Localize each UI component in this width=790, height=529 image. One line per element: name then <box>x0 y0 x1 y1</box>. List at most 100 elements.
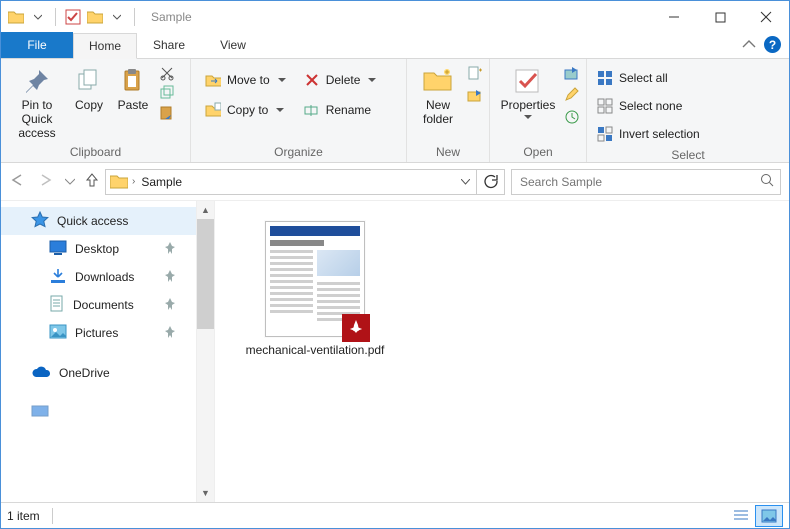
ribbon-group-clipboard: Pin to Quick access Copy Paste <box>1 59 191 162</box>
properties-icon <box>512 65 544 97</box>
window-title: Sample <box>151 10 192 24</box>
open-icon[interactable] <box>564 65 580 81</box>
address-history-dropdown[interactable] <box>454 170 476 194</box>
tab-home[interactable]: Home <box>73 33 137 59</box>
quick-access-toolbar: Sample <box>1 8 192 26</box>
sidebar-scrollbar[interactable]: ▲ ▼ <box>196 201 214 502</box>
delete-label: Delete <box>326 73 361 87</box>
sidebar-item-label: Desktop <box>75 242 119 256</box>
delete-button[interactable]: Delete <box>304 69 377 91</box>
paste-shortcut-icon[interactable] <box>159 105 175 121</box>
properties-check-icon[interactable] <box>64 8 82 26</box>
copy-path-icon[interactable] <box>159 85 175 101</box>
paste-label: Paste <box>118 99 149 113</box>
select-all-icon <box>597 70 613 86</box>
navigation-bar: › Sample <box>1 163 789 201</box>
cut-icon[interactable] <box>159 65 175 81</box>
forward-button[interactable] <box>37 173 55 190</box>
tab-view[interactable]: View <box>201 32 265 58</box>
move-to-label: Move to <box>227 73 270 87</box>
scroll-thumb[interactable] <box>197 219 214 329</box>
select-all-button[interactable]: Select all <box>597 67 700 89</box>
copy-to-button[interactable]: Copy to <box>205 99 286 121</box>
sidebar-item-pictures[interactable]: Pictures <box>1 319 196 347</box>
search-input[interactable] <box>518 174 760 190</box>
file-name: mechanical-ventilation.pdf <box>246 343 385 359</box>
details-view-button[interactable] <box>727 505 755 527</box>
refresh-button[interactable] <box>476 169 504 195</box>
group-label-open: Open <box>496 142 580 162</box>
close-button[interactable] <box>743 2 789 32</box>
paste-button[interactable]: Paste <box>111 61 155 113</box>
collapse-ribbon-icon[interactable] <box>742 38 756 52</box>
folder-icon <box>7 8 25 26</box>
new-folder-label: New folder <box>413 99 463 127</box>
pin-quick-access-button[interactable]: Pin to Quick access <box>7 61 67 140</box>
edit-icon[interactable] <box>564 87 580 103</box>
copy-to-label: Copy to <box>227 103 268 117</box>
invert-selection-button[interactable]: Invert selection <box>597 123 700 145</box>
properties-button[interactable]: Properties <box>496 61 560 120</box>
invert-selection-icon <box>597 126 613 142</box>
copy-icon <box>73 65 105 97</box>
easy-access-icon[interactable] <box>467 87 483 103</box>
thumbnails-view-button[interactable] <box>755 505 783 527</box>
sidebar-item-downloads[interactable]: Downloads <box>1 263 196 291</box>
search-icon <box>760 173 774 190</box>
sidebar-item-quick-access[interactable]: Quick access <box>1 207 196 235</box>
maximize-button[interactable] <box>697 2 743 32</box>
address-segment[interactable]: Sample <box>135 170 188 194</box>
paste-icon <box>117 65 149 97</box>
help-icon[interactable]: ? <box>764 36 781 53</box>
address-bar[interactable]: › Sample <box>105 169 505 195</box>
files-pane[interactable]: mechanical-ventilation.pdf <box>215 201 789 502</box>
address-root-icon[interactable] <box>106 170 132 194</box>
title-bar: Sample <box>1 1 789 33</box>
chevron-down-icon[interactable] <box>108 8 126 26</box>
group-label-new: New <box>413 142 483 162</box>
onedrive-icon <box>31 365 51 382</box>
pictures-icon <box>49 324 67 342</box>
scroll-down-icon[interactable]: ▼ <box>197 484 214 502</box>
file-thumbnail <box>265 221 365 337</box>
minimize-button[interactable] <box>651 2 697 32</box>
copy-to-icon <box>205 102 221 118</box>
sidebar-item-onedrive[interactable]: OneDrive <box>1 359 196 387</box>
sidebar-item-thispc[interactable] <box>1 399 196 427</box>
file-item[interactable]: mechanical-ventilation.pdf <box>235 221 395 359</box>
pin-icon <box>164 298 176 313</box>
pin-icon <box>164 242 176 257</box>
move-to-button[interactable]: Move to <box>205 69 286 91</box>
pin-icon <box>164 326 176 341</box>
ribbon-group-new: New folder New <box>407 59 490 162</box>
new-item-icon[interactable] <box>467 65 483 81</box>
rename-button[interactable]: Rename <box>304 99 377 121</box>
search-box[interactable] <box>511 169 781 195</box>
rename-icon <box>304 102 320 118</box>
up-button[interactable] <box>85 172 99 191</box>
back-button[interactable] <box>9 173 27 190</box>
pdf-badge-icon <box>342 314 370 342</box>
group-label-organize: Organize <box>197 142 400 162</box>
sidebar-item-label: Pictures <box>75 326 118 340</box>
new-folder-button[interactable]: New folder <box>413 61 463 127</box>
content-area: Quick access Desktop Downloads Documents <box>1 201 789 502</box>
sidebar-item-desktop[interactable]: Desktop <box>1 235 196 263</box>
chevron-down-icon[interactable] <box>29 8 47 26</box>
tab-share[interactable]: Share <box>137 32 201 58</box>
ribbon-group-select: Select all Select none Invert selection … <box>587 59 789 162</box>
sidebar-item-label: OneDrive <box>59 366 110 380</box>
copy-button[interactable]: Copy <box>67 61 111 113</box>
copy-label: Copy <box>75 99 103 113</box>
history-icon[interactable] <box>564 109 580 125</box>
move-to-icon <box>205 72 221 88</box>
sidebar-item-documents[interactable]: Documents <box>1 291 196 319</box>
recent-locations-button[interactable] <box>65 175 75 189</box>
scroll-up-icon[interactable]: ▲ <box>197 201 214 219</box>
ribbon: Pin to Quick access Copy Paste <box>1 59 789 163</box>
tab-file[interactable]: File <box>1 32 73 58</box>
ribbon-tabs: File Home Share View ? <box>1 33 789 59</box>
thispc-icon <box>31 405 49 422</box>
select-none-button[interactable]: Select none <box>597 95 700 117</box>
tree: Quick access Desktop Downloads Documents <box>1 201 196 502</box>
